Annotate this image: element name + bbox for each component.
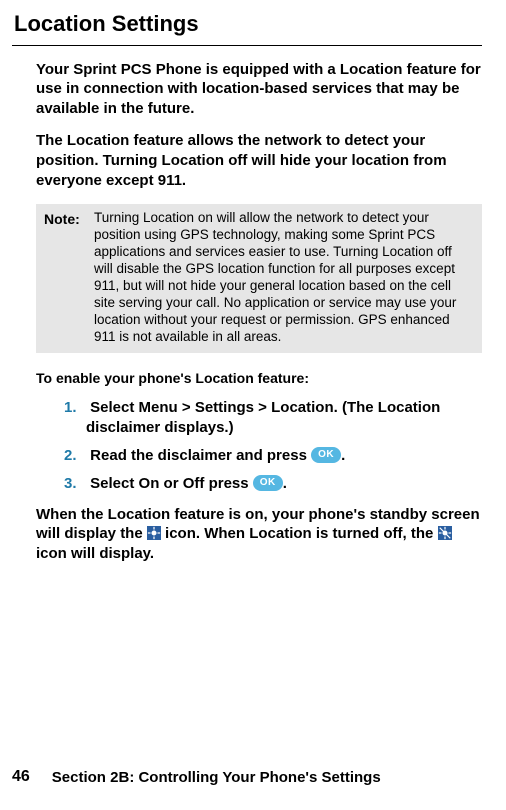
step-1: 1. Select Menu > Settings > Location. (T…: [64, 398, 482, 439]
text: >: [254, 399, 271, 416]
section-title: Section 2B: Controlling Your Phone's Set…: [52, 768, 381, 788]
text: icon will display.: [36, 545, 154, 562]
text: . (The Location: [334, 399, 441, 416]
steps-heading: To enable your phone's Location feature:: [36, 369, 482, 387]
step-number: 3.: [64, 474, 86, 494]
off-label: Off: [183, 475, 205, 492]
text: disclaimer displays.): [86, 418, 482, 438]
ok-button-icon: OK: [311, 447, 341, 463]
step-number: 2.: [64, 446, 86, 466]
text: icon. When Location is turned off, the: [165, 525, 438, 542]
text: Select: [90, 399, 138, 416]
text: .: [341, 447, 345, 464]
text: or: [159, 475, 182, 492]
location-on-icon: [147, 526, 161, 540]
text: .: [283, 475, 287, 492]
note-text: Turning Location on will allow the netwo…: [90, 204, 482, 353]
text: Select: [90, 475, 138, 492]
step-2: 2. Read the disclaimer and press OK.: [64, 446, 482, 466]
step-3: 3. Select On or Off press OK.: [64, 474, 482, 494]
text: Read the disclaimer and press: [90, 447, 311, 464]
note-box: Note: Turning Location on will allow the…: [36, 204, 482, 353]
menu-label: Menu: [139, 399, 178, 416]
location-label: Location: [271, 399, 334, 416]
page-number: 46: [12, 767, 30, 788]
location-off-icon: [438, 526, 452, 540]
title-rule: [12, 45, 482, 46]
page-footer: 46 Section 2B: Controlling Your Phone's …: [0, 767, 506, 788]
text: >: [178, 399, 195, 416]
closing-paragraph: When the Location feature is on, your ph…: [36, 505, 482, 564]
page-title: Location Settings: [14, 10, 482, 39]
body-column: Your Sprint PCS Phone is equipped with a…: [36, 60, 482, 564]
settings-label: Settings: [195, 399, 254, 416]
step-number: 1.: [64, 398, 86, 418]
steps-list: 1. Select Menu > Settings > Location. (T…: [64, 398, 482, 495]
note-label: Note:: [36, 204, 90, 353]
intro-paragraph-1: Your Sprint PCS Phone is equipped with a…: [36, 60, 482, 119]
ok-button-icon: OK: [253, 475, 283, 491]
intro-paragraph-2: The Location feature allows the network …: [36, 131, 482, 190]
text: press: [204, 475, 252, 492]
on-label: On: [139, 475, 160, 492]
